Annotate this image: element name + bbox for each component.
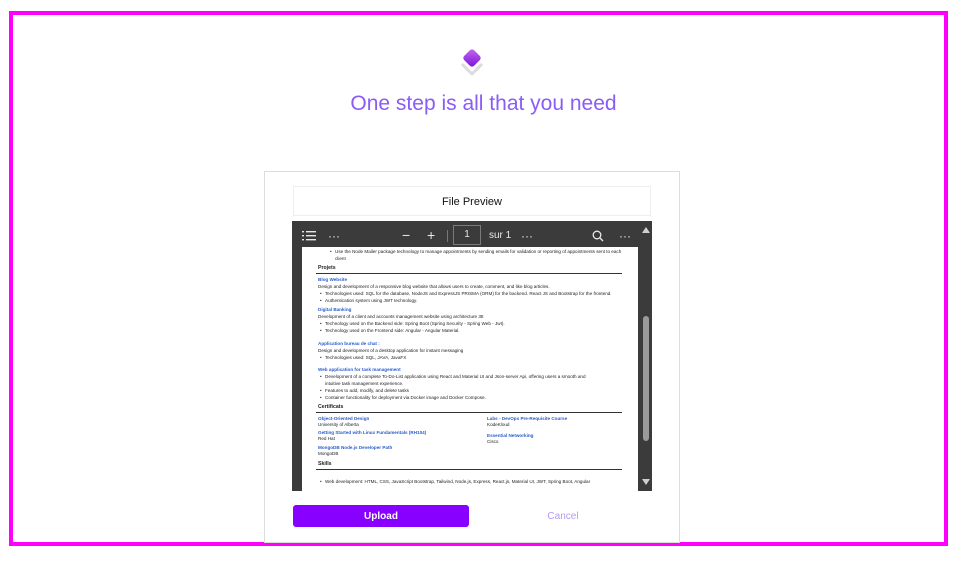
doc-cert-org: University of Alberta <box>318 422 359 427</box>
doc-cert-title: Essential Networking <box>487 433 534 438</box>
doc-cert-org: KodeKloud <box>487 422 510 427</box>
doc-cert-title: Getting Started with Linux Fundamentals … <box>318 430 427 435</box>
doc-line: Technologies used: SQL for the database,… <box>320 291 612 297</box>
cancel-button[interactable]: Cancel <box>503 505 623 527</box>
doc-project-title: Blog Website <box>318 277 348 282</box>
doc-line: Development of a complete To-Do-List app… <box>320 374 586 380</box>
doc-line: Use the Node Mailer package technology t… <box>330 249 621 255</box>
toolbar-separator <box>447 230 448 242</box>
viewer-menu-button[interactable]: ··· <box>619 228 631 244</box>
doc-cert-title: MongoDB Node.js Developer Path <box>318 445 393 450</box>
more-pages-button[interactable]: ··· <box>521 228 533 244</box>
pdf-page: Use the Node Mailer package technology t… <box>302 247 638 491</box>
search-icon[interactable] <box>592 230 604 242</box>
zoom-in-button[interactable]: + <box>427 227 435 243</box>
scrollbar-thumb[interactable] <box>643 316 649 441</box>
scroll-up-icon[interactable] <box>642 227 650 233</box>
doc-project-title: Application bureau de chat : <box>318 341 380 346</box>
pdf-viewer[interactable]: ··· − + 1 sur 1 ··· ··· Use the Node Mai… <box>292 221 652 491</box>
doc-line: Features to add, modify, and delete task… <box>320 388 409 394</box>
doc-line: client <box>335 256 346 261</box>
doc-cert-org: MongoDB <box>318 451 339 456</box>
app-logo-icon <box>460 49 484 76</box>
doc-line: Technology used on the Backend side: Spr… <box>320 321 505 327</box>
page-total: sur 1 <box>489 230 512 241</box>
doc-line: Technologies used: SQL, JAVA, JavaFX <box>320 355 406 361</box>
doc-line: Design and development of a responsive b… <box>318 284 550 289</box>
doc-project-title: Digital Banking <box>318 307 352 312</box>
doc-cert-org: Red Hat <box>318 436 335 441</box>
more-options-button[interactable]: ··· <box>328 228 340 244</box>
scroll-down-icon[interactable] <box>642 479 650 485</box>
doc-line: Container functionality for deployment v… <box>320 395 486 401</box>
doc-cert-title: Object-Oriented Design <box>318 416 370 421</box>
doc-project-title: Web application for task management <box>318 367 401 372</box>
doc-rule <box>316 412 622 413</box>
doc-line: Development of a client and accounts man… <box>318 314 484 319</box>
doc-rule <box>316 273 622 274</box>
doc-heading-certificates: Certificats <box>318 404 344 410</box>
page-number-input[interactable]: 1 <box>453 225 481 245</box>
doc-line: Technology used on the Frontend side: An… <box>320 328 460 334</box>
doc-line: Authentication system using JWT technolo… <box>320 298 417 304</box>
doc-heading-projects: Projets <box>318 265 336 271</box>
doc-line: Design and development of a desktop appl… <box>318 348 464 353</box>
doc-line: Web development: HTML, CSS, JavaScript B… <box>320 479 590 485</box>
list-icon[interactable] <box>302 230 316 242</box>
doc-heading-skills: Skills <box>318 461 332 467</box>
upload-button[interactable]: Upload <box>293 505 469 527</box>
page-title: One step is all that you need <box>350 92 617 115</box>
zoom-out-button[interactable]: − <box>402 227 410 243</box>
doc-cert-title: Labs - DevOps Pre-Requisite Course <box>487 416 568 421</box>
doc-cert-org: Cisco <box>487 439 499 444</box>
doc-rule <box>316 469 622 470</box>
doc-line: intuitive task management experience. <box>325 381 404 386</box>
file-preview-title: File Preview <box>293 186 651 216</box>
